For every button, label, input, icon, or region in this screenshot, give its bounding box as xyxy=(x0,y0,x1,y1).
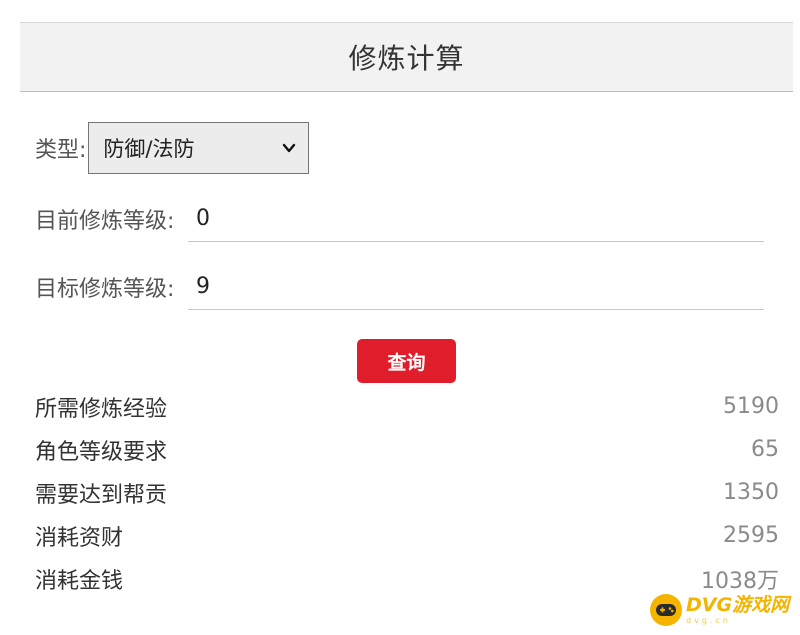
result-value: 5190 xyxy=(723,394,779,419)
results-list: 所需修炼经验 5190 角色等级要求 65 需要达到帮贡 1350 消耗资财 2… xyxy=(35,385,779,600)
gamepad-icon xyxy=(650,594,682,626)
target-level-label: 目标修炼等级: xyxy=(35,277,175,302)
result-value: 1350 xyxy=(723,480,779,505)
target-level-row: 目标修炼等级: 9 xyxy=(35,264,764,310)
page-header: 修炼计算 xyxy=(20,22,793,92)
result-label: 消耗资财 xyxy=(35,525,124,551)
result-row: 消耗资财 2595 xyxy=(35,514,779,557)
result-value: 2595 xyxy=(723,523,779,548)
current-level-row: 目前修炼等级: 0 xyxy=(35,196,764,242)
result-label: 角色等级要求 xyxy=(35,439,168,465)
result-row: 角色等级要求 65 xyxy=(35,428,779,471)
type-select[interactable]: 防御/法防 xyxy=(88,122,310,174)
target-level-input[interactable]: 9 xyxy=(188,264,764,310)
result-label: 所需修炼经验 xyxy=(35,396,168,422)
watermark-subtext: dvg.cn xyxy=(686,615,731,625)
type-select-value: 防御/法防 xyxy=(103,137,195,161)
result-row: 所需修炼经验 5190 xyxy=(35,385,779,428)
result-row: 需要达到帮贡 1350 xyxy=(35,471,779,514)
result-label: 消耗金钱 xyxy=(35,568,124,594)
current-level-input[interactable]: 0 xyxy=(188,196,764,242)
watermark-text: DVG游戏网 xyxy=(686,593,790,616)
type-row: 类型: 防御/法防 xyxy=(35,122,310,174)
type-label: 类型: xyxy=(35,138,87,163)
current-level-label: 目前修炼等级: xyxy=(35,209,175,234)
query-button[interactable]: 查询 xyxy=(357,339,456,383)
page-title: 修炼计算 xyxy=(348,42,465,75)
site-watermark: DVG游戏网 dvg.cn xyxy=(650,590,789,630)
result-label: 需要达到帮贡 xyxy=(35,482,168,508)
result-value: 65 xyxy=(751,437,779,462)
chevron-down-icon xyxy=(283,143,296,153)
